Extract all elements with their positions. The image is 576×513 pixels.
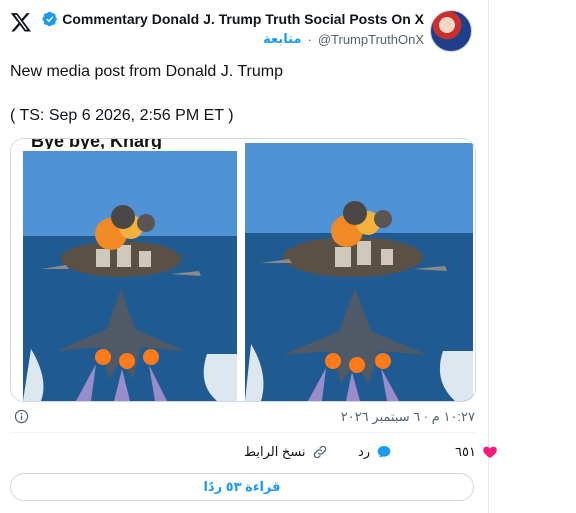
- author-name-row[interactable]: Commentary Donald J. Trump Truth Social …: [42, 11, 424, 27]
- divider: [10, 432, 476, 433]
- media-image-left[interactable]: Bye bye, Kharg: [11, 139, 241, 401]
- like-count: ٦٥١: [455, 444, 476, 459]
- author-handle[interactable]: @TrumpTruthOnX: [318, 32, 424, 47]
- read-replies-button[interactable]: قراءة ٥٣ ردًا: [10, 473, 474, 501]
- info-icon[interactable]: [14, 409, 29, 424]
- copy-link-label: نسخ الرابط: [244, 444, 306, 459]
- post-card: Commentary Donald J. Trump Truth Social …: [0, 0, 497, 513]
- post-header: Commentary Donald J. Trump Truth Social …: [10, 8, 480, 52]
- follow-button[interactable]: متابعة: [263, 31, 301, 47]
- reply-button[interactable]: رد: [358, 444, 392, 460]
- heart-icon: [483, 446, 497, 458]
- post-timestamp[interactable]: ١٠:٢٧ م · ٦ سبتمبر ٢٠٢٦: [341, 409, 475, 425]
- separator: ·: [307, 31, 312, 47]
- copy-link-button[interactable]: نسخ الرابط: [244, 444, 328, 460]
- media-grid[interactable]: Bye bye, Kharg: [10, 138, 476, 402]
- avatar[interactable]: [430, 10, 472, 52]
- link-icon: [313, 445, 326, 459]
- post-text-line-1: New media post from Donald J. Trump: [10, 63, 283, 80]
- like-button[interactable]: ٦٥١: [455, 444, 498, 460]
- image-caption: Bye bye, Kharg: [31, 138, 163, 149]
- post-text-line-2: ( TS: Sep 6 2026, 2:56 PM ET ): [10, 107, 234, 124]
- handle-row: متابعة · @TrumpTruthOnX: [263, 31, 424, 47]
- action-bar: ٦٥١ رد نسخ الرابط: [0, 444, 497, 464]
- timestamp-row: ١٠:٢٧ م · ٦ سبتمبر ٢٠٢٦: [0, 408, 475, 426]
- author-display-name: Commentary Donald J. Trump Truth Social …: [62, 11, 424, 27]
- media-image-right[interactable]: [243, 139, 475, 401]
- reply-icon: [377, 446, 391, 458]
- x-logo-icon[interactable]: [10, 11, 32, 33]
- reply-label: رد: [358, 444, 371, 459]
- verified-badge-icon: [42, 11, 58, 27]
